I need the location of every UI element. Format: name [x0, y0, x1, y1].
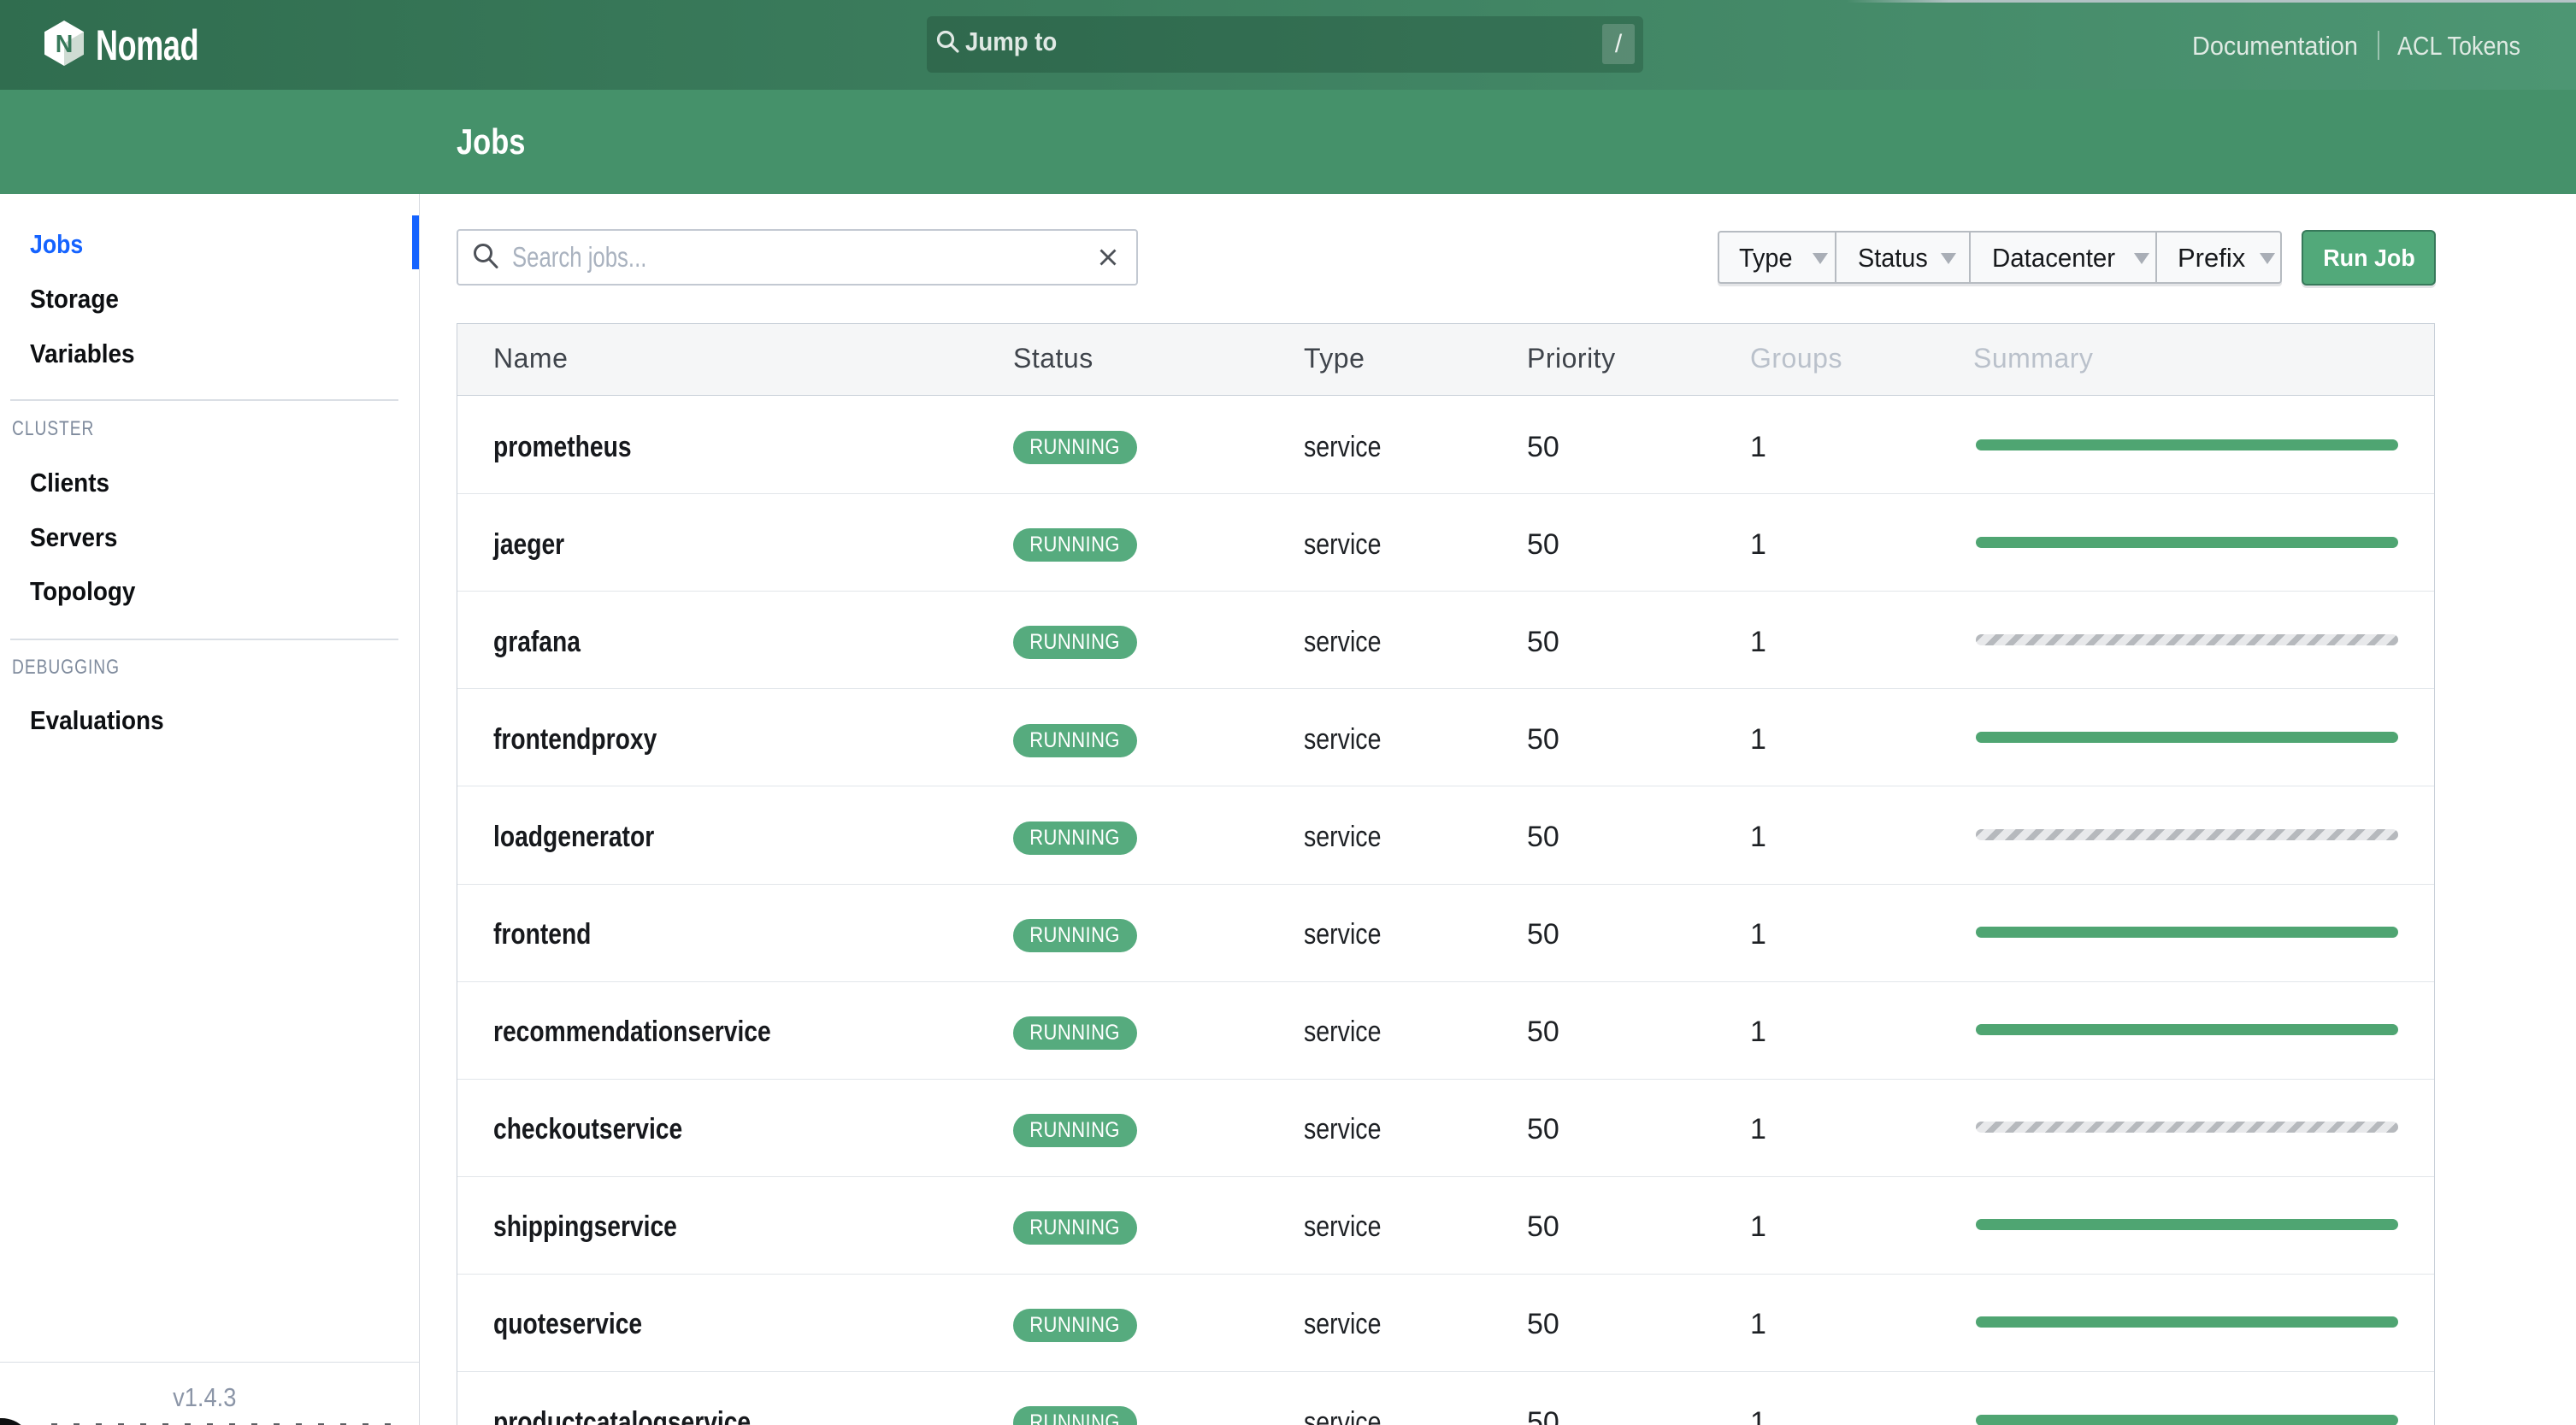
- svg-text:N: N: [56, 31, 74, 58]
